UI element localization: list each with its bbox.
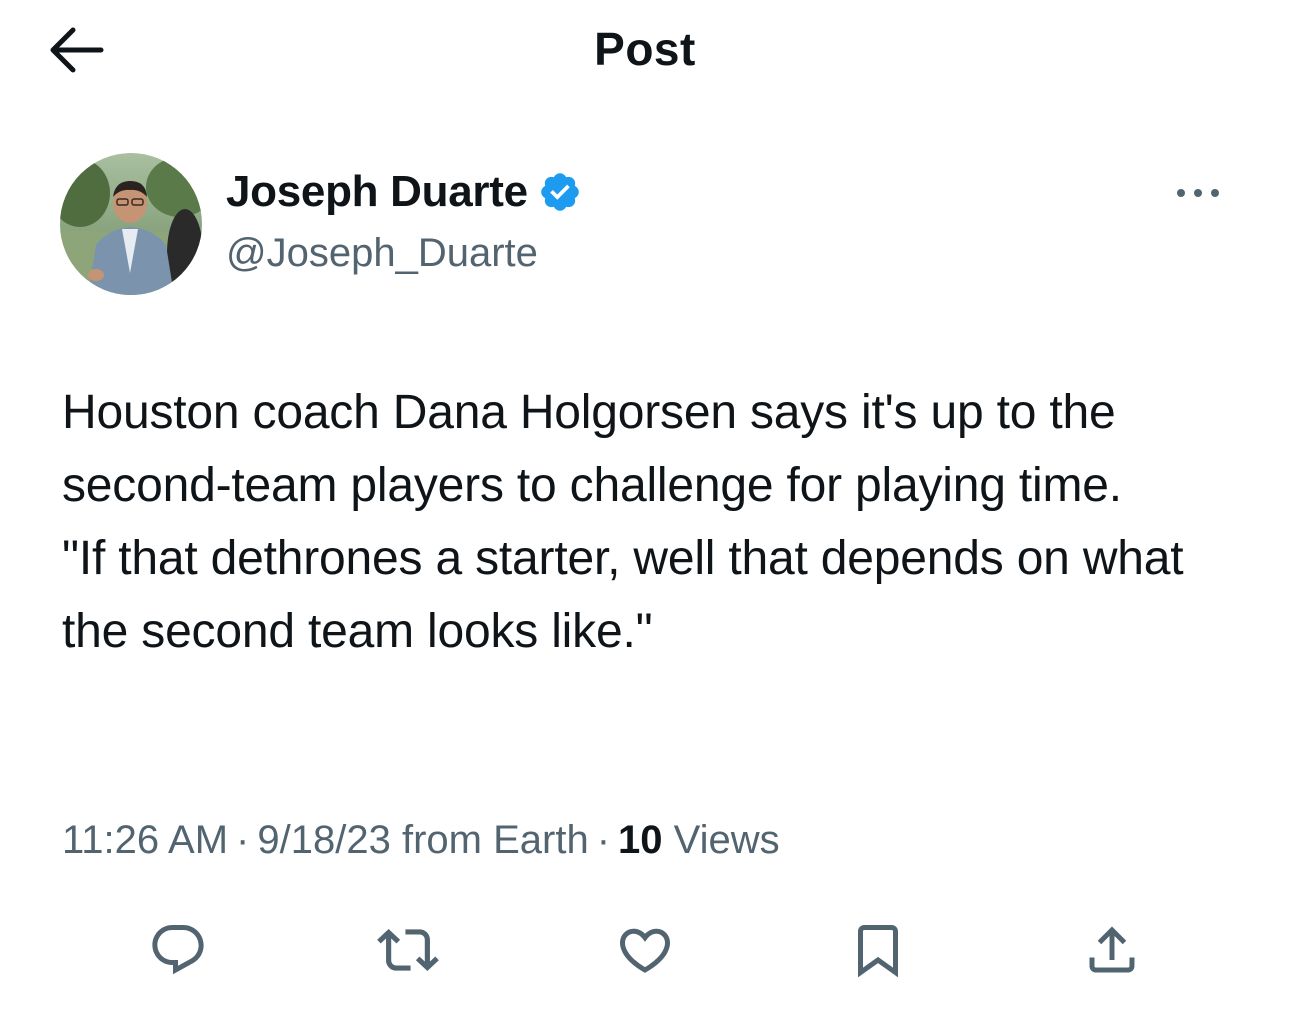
heart-icon	[619, 928, 671, 973]
reply-icon	[152, 925, 204, 975]
post-time[interactable]: 11:26 AM	[62, 818, 228, 862]
post-meta: 11:26 AM · 9/18/23 from Earth · 10 Views	[62, 818, 780, 863]
post-author: Joseph Duarte @Joseph_Duarte	[60, 153, 1240, 298]
reply-button[interactable]	[138, 910, 218, 990]
page-title: Post	[594, 23, 696, 75]
bookmark-icon	[858, 925, 898, 978]
verified-badge-icon	[540, 173, 579, 211]
share-button[interactable]	[1072, 910, 1152, 990]
user-handle[interactable]: @Joseph_Duarte	[226, 231, 538, 276]
more-horizontal-icon	[1177, 189, 1219, 197]
like-button[interactable]	[605, 910, 685, 990]
views-count: 10	[618, 818, 663, 862]
display-name-group: Joseph Duarte	[226, 167, 582, 217]
bookmark-button[interactable]	[838, 910, 918, 990]
action-bar	[0, 910, 1290, 990]
views-label: Views	[673, 818, 780, 862]
more-options-button[interactable]	[1168, 173, 1228, 213]
meta-separator: ·	[236, 818, 250, 862]
post-text: Houston coach Dana Holgorsen says it's u…	[62, 386, 1184, 658]
post-date[interactable]: 9/18/23	[257, 818, 390, 862]
repost-button[interactable]	[368, 910, 448, 990]
avatar[interactable]	[60, 153, 202, 295]
repost-icon	[377, 929, 439, 971]
post-source: from Earth	[401, 818, 589, 862]
display-name[interactable]: Joseph Duarte	[226, 167, 528, 217]
share-icon	[1089, 926, 1135, 973]
meta-separator: ·	[596, 818, 611, 862]
top-bar: Post	[0, 0, 1290, 100]
